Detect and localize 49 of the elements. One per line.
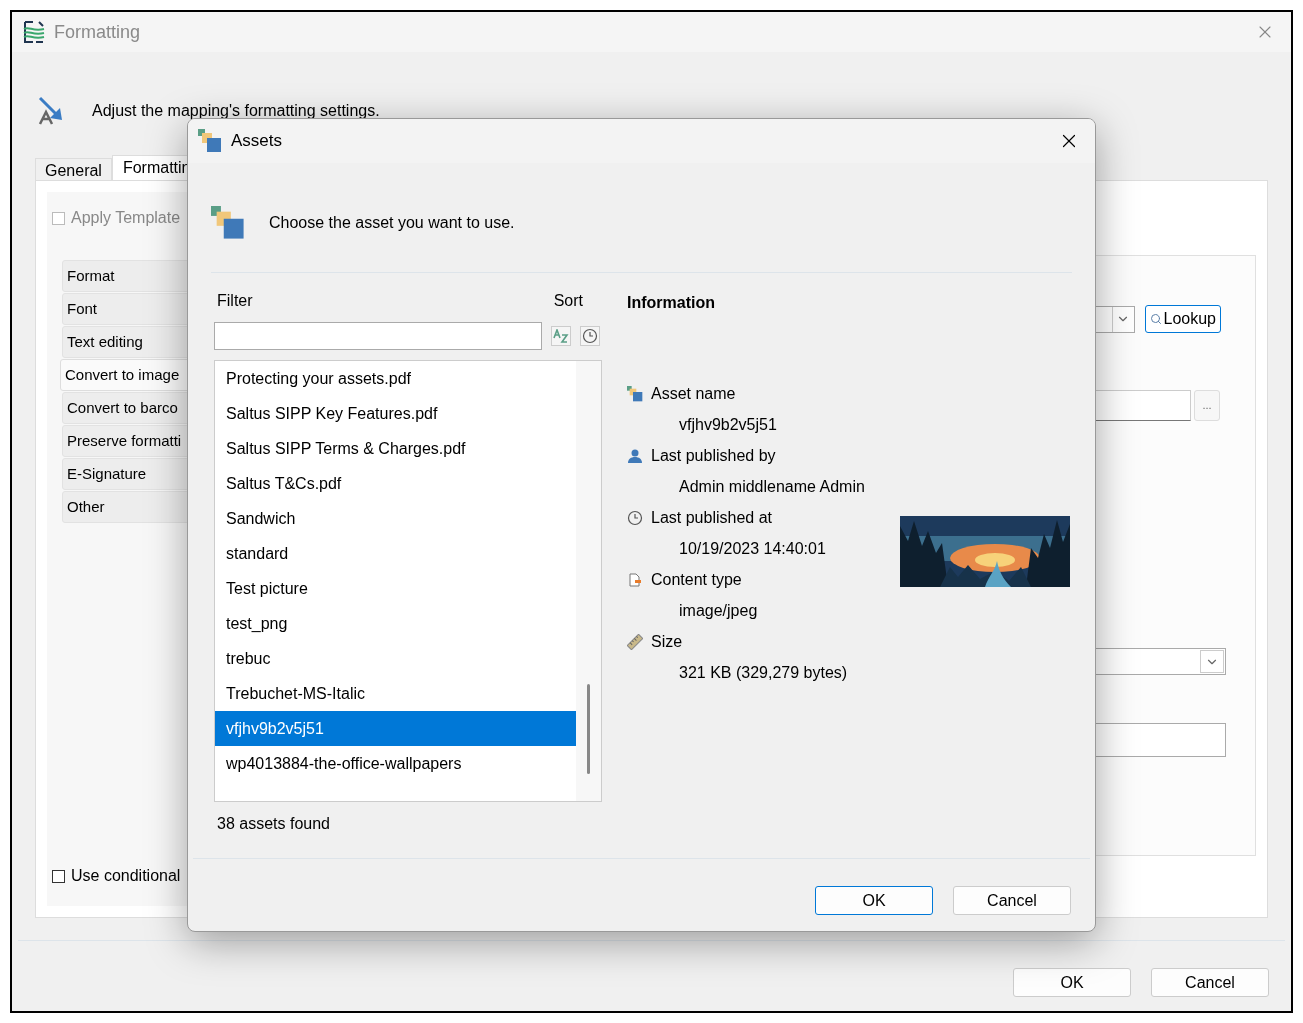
checkbox[interactable]	[52, 869, 65, 883]
stacked-squares-icon	[198, 129, 222, 153]
filter-label: Filter	[217, 291, 253, 311]
ruler-icon	[627, 633, 643, 650]
asset-list-item[interactable]: Trebuchet-MS-Italic	[215, 676, 576, 711]
checkbox-label: Use conditional	[71, 866, 181, 886]
asset-list-item[interactable]: test_png	[215, 606, 576, 641]
scrollbar-thumb[interactable]	[587, 684, 590, 774]
information-heading: Information	[627, 293, 716, 311]
clock-icon	[627, 509, 643, 526]
info-value: 10/19/2023 14:40:01	[679, 538, 826, 559]
document-icon	[627, 571, 643, 588]
info-value: Admin middlename Admin	[679, 476, 865, 497]
browse-button[interactable]: ...	[1194, 390, 1220, 421]
status-text: 38 assets found	[217, 814, 331, 834]
asset-list-item[interactable]: trebuc	[215, 641, 576, 676]
stacked-squares-icon	[211, 206, 245, 240]
checkbox[interactable]	[52, 211, 65, 225]
ok-button[interactable]: OK	[1013, 968, 1131, 997]
info-label: Size	[651, 631, 683, 652]
ok-button[interactable]: OK	[815, 886, 933, 915]
info-label: Content type	[651, 569, 742, 590]
info-label: Asset name	[651, 383, 736, 404]
sort-alphabetical-icon[interactable]	[551, 326, 571, 346]
cancel-button[interactable]: Cancel	[953, 886, 1071, 915]
info-value: vfjhv9b2v5j51	[679, 414, 777, 435]
instruction-text: Choose the asset you want to use.	[269, 213, 515, 233]
header-text: Adjust the mapping's formatting settings.	[92, 101, 380, 121]
stacked-squares-icon	[627, 385, 643, 402]
info-label: Last published by	[651, 445, 776, 466]
info-value: 321 KB (329,279 bytes)	[679, 662, 848, 683]
lookup-button[interactable]: Lookup	[1144, 305, 1221, 333]
asset-list-item[interactable]: wp4013884-the-office-wallpapers	[215, 746, 576, 781]
tab[interactable]: General	[35, 158, 112, 180]
filter-field[interactable]	[214, 322, 542, 350]
sort-by-date-icon[interactable]	[580, 326, 600, 346]
info-label: Last published at	[651, 507, 772, 528]
cancel-button[interactable]: Cancel	[1151, 968, 1269, 997]
app-logo-icon	[22, 20, 46, 44]
sort-label: Sort	[553, 291, 583, 311]
search-icon	[1149, 313, 1162, 325]
info-value: image/jpeg	[679, 600, 758, 621]
dialog-title: Assets	[231, 130, 283, 153]
asset-list-item[interactable]: standard	[215, 536, 576, 571]
person-icon	[627, 447, 643, 464]
checkbox-label: Apply Template	[71, 208, 181, 228]
asset-list-item[interactable]: Test picture	[215, 571, 576, 606]
asset-list-item[interactable]: vfjhv9b2v5j51	[215, 711, 576, 746]
window-title: Formatting	[54, 20, 141, 44]
